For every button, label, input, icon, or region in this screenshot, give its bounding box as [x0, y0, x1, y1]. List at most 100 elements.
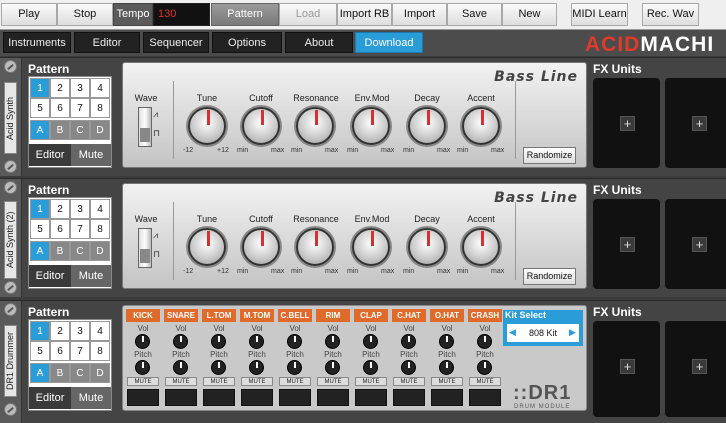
pattern-pad-7[interactable]: 7 — [70, 341, 90, 361]
channel-mute-button[interactable]: MUTE — [469, 377, 501, 386]
pattern-pad-6[interactable]: 6 — [50, 219, 70, 239]
prev-kit-arrow-icon[interactable]: ◀ — [509, 327, 516, 338]
pattern-pad-4[interactable]: 4 — [90, 321, 110, 341]
pitch-knob[interactable] — [477, 360, 492, 375]
midi-learn-button[interactable]: MIDI Learn — [571, 3, 628, 26]
trigger-pad[interactable] — [431, 389, 463, 406]
pattern-pad-3[interactable]: 3 — [70, 78, 90, 98]
pattern-pad-7[interactable]: 7 — [70, 219, 90, 239]
channel-mute-button[interactable]: MUTE — [241, 377, 273, 386]
pattern-pad-4[interactable]: 4 — [90, 199, 110, 219]
bank-d[interactable]: D — [90, 241, 110, 261]
cutoff-knob[interactable] — [242, 107, 280, 145]
editor-button[interactable]: Editor — [29, 144, 71, 166]
accent-knob[interactable] — [462, 107, 500, 145]
add-icon[interactable]: + — [692, 116, 707, 131]
save-button[interactable]: Save — [447, 3, 502, 26]
trigger-pad[interactable] — [203, 389, 235, 406]
pattern-pad-6[interactable]: 6 — [50, 98, 70, 118]
vol-knob[interactable] — [477, 334, 492, 349]
decay-knob[interactable] — [408, 228, 446, 266]
pattern-pad-3[interactable]: 3 — [70, 321, 90, 341]
fx-slot-1[interactable]: + — [593, 78, 660, 168]
bank-a[interactable]: A — [30, 120, 50, 140]
bank-b[interactable]: B — [50, 241, 70, 261]
pattern-pad-4[interactable]: 4 — [90, 78, 110, 98]
trigger-pad[interactable] — [127, 389, 159, 406]
bank-d[interactable]: D — [90, 120, 110, 140]
load-button[interactable]: Load — [279, 3, 337, 26]
vol-knob[interactable] — [173, 334, 188, 349]
tab-about[interactable]: About — [285, 32, 353, 53]
channel-mute-button[interactable]: MUTE — [431, 377, 463, 386]
pitch-knob[interactable] — [173, 360, 188, 375]
tab-instruments[interactable]: Instruments — [3, 32, 71, 53]
fx-slot-1[interactable]: + — [593, 199, 660, 289]
pitch-knob[interactable] — [211, 360, 226, 375]
trigger-pad[interactable] — [279, 389, 311, 406]
pitch-knob[interactable] — [249, 360, 264, 375]
cutoff-knob[interactable] — [242, 228, 280, 266]
pattern-pad-2[interactable]: 2 — [50, 78, 70, 98]
resonance-knob[interactable] — [296, 107, 334, 145]
pattern-pad-5[interactable]: 5 — [30, 219, 50, 239]
tab-editor[interactable]: Editor — [74, 32, 140, 53]
randomize-button[interactable]: Randomize — [523, 268, 576, 285]
vol-knob[interactable] — [439, 334, 454, 349]
vol-knob[interactable] — [363, 334, 378, 349]
tab-options[interactable]: Options — [212, 32, 282, 53]
vol-knob[interactable] — [401, 334, 416, 349]
trigger-pad[interactable] — [469, 389, 501, 406]
pitch-knob[interactable] — [287, 360, 302, 375]
pattern-pad-5[interactable]: 5 — [30, 98, 50, 118]
vol-knob[interactable] — [325, 334, 340, 349]
bank-b[interactable]: B — [50, 363, 70, 383]
bank-c[interactable]: C — [70, 241, 90, 261]
pattern-pad-7[interactable]: 7 — [70, 98, 90, 118]
vol-knob[interactable] — [249, 334, 264, 349]
pattern-mode-button[interactable]: Pattern Mode — [211, 3, 279, 41]
mute-button[interactable]: Mute — [71, 265, 111, 287]
channel-mute-button[interactable]: MUTE — [317, 377, 349, 386]
pattern-pad-2[interactable]: 2 — [50, 199, 70, 219]
play-button[interactable]: Play — [1, 3, 57, 26]
add-icon[interactable]: + — [620, 237, 635, 252]
trigger-pad[interactable] — [355, 389, 387, 406]
env-mod-knob[interactable] — [352, 107, 390, 145]
add-icon[interactable]: + — [692, 237, 707, 252]
tune-knob[interactable] — [188, 107, 226, 145]
bank-c[interactable]: C — [70, 363, 90, 383]
pattern-pad-8[interactable]: 8 — [90, 341, 110, 361]
tempo-input[interactable]: 130 — [153, 3, 210, 26]
mute-button[interactable]: Mute — [71, 144, 111, 166]
mute-button[interactable]: Mute — [71, 387, 111, 409]
stop-button[interactable]: Stop — [57, 3, 113, 26]
pattern-pad-8[interactable]: 8 — [90, 219, 110, 239]
bank-b[interactable]: B — [50, 120, 70, 140]
pitch-knob[interactable] — [325, 360, 340, 375]
vol-knob[interactable] — [211, 334, 226, 349]
next-kit-arrow-icon[interactable]: ▶ — [569, 327, 576, 338]
trigger-pad[interactable] — [317, 389, 349, 406]
import-abl-button[interactable]: Import ABL — [392, 3, 447, 41]
pattern-pad-1[interactable]: 1 — [30, 321, 50, 341]
resonance-knob[interactable] — [296, 228, 334, 266]
new-button[interactable]: New — [502, 3, 557, 26]
pitch-knob[interactable] — [363, 360, 378, 375]
bank-d[interactable]: D — [90, 363, 110, 383]
import-rb-button[interactable]: Import RB — [337, 3, 392, 26]
env-mod-knob[interactable] — [352, 228, 390, 266]
rec-wav-button[interactable]: Rec. Wav — [642, 3, 699, 26]
wave-switch[interactable] — [138, 228, 152, 268]
add-icon[interactable]: + — [620, 116, 635, 131]
channel-mute-button[interactable]: MUTE — [355, 377, 387, 386]
vol-knob[interactable] — [287, 334, 302, 349]
add-icon[interactable]: + — [620, 359, 635, 374]
tab-sequencer[interactable]: Sequencer — [143, 32, 209, 53]
pitch-knob[interactable] — [401, 360, 416, 375]
channel-mute-button[interactable]: MUTE — [165, 377, 197, 386]
channel-mute-button[interactable]: MUTE — [127, 377, 159, 386]
randomize-button[interactable]: Randomize — [523, 147, 576, 164]
bank-a[interactable]: A — [30, 241, 50, 261]
editor-button[interactable]: Editor — [29, 387, 71, 409]
